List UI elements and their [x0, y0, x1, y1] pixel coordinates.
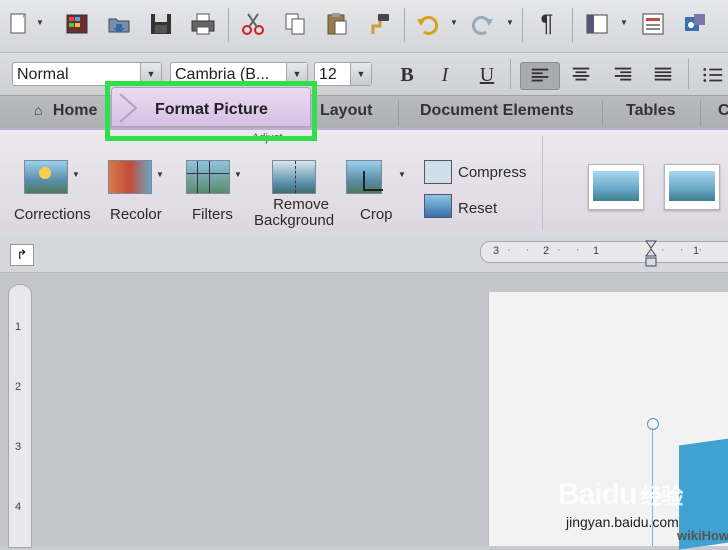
ruler-dots: · · ·: [507, 244, 555, 256]
picture-style-thumbnail[interactable]: [664, 164, 720, 210]
copy-icon[interactable]: [280, 8, 310, 40]
tab-home-label: Home: [52, 102, 98, 119]
tab-tables[interactable]: Tables: [626, 102, 676, 120]
vruler-tick: 3: [15, 441, 22, 453]
wikihow-logo: wikiHow: [677, 528, 728, 543]
align-right-icon: [614, 67, 632, 81]
cut-icon[interactable]: [238, 8, 268, 40]
redo-dropdown-icon[interactable]: ▼: [506, 18, 514, 27]
align-center-button[interactable]: [566, 62, 596, 88]
chevron-down-icon[interactable]: ▼: [350, 63, 371, 85]
baidu-watermark: Baidu 经验: [558, 478, 683, 512]
remove-background-line1: Remove: [273, 196, 329, 213]
toolbar-divider: [572, 8, 573, 42]
bullet-list-icon: [703, 68, 723, 82]
ruler-dots: · · ·: [557, 244, 605, 256]
vruler-tick: 4: [15, 501, 22, 513]
font-size-value: 12: [319, 66, 337, 83]
baidu-url: jingyan.baidu.com: [566, 514, 679, 530]
bold-button[interactable]: B: [392, 62, 422, 88]
vruler-tick: 1: [15, 321, 22, 333]
align-center-icon: [572, 67, 590, 81]
filters-icon[interactable]: [186, 160, 230, 194]
new-document-icon[interactable]: [4, 8, 34, 40]
recolor-icon[interactable]: [108, 160, 152, 194]
crop-label[interactable]: Crop: [360, 206, 393, 223]
reset-icon[interactable]: [424, 194, 452, 218]
corrections-label[interactable]: Corrections: [14, 206, 91, 223]
horizontal-ruler[interactable]: 3 2 1 1 · · · · · · · · ·: [480, 240, 728, 267]
print-icon[interactable]: [188, 8, 218, 40]
corrections-icon[interactable]: [24, 160, 68, 194]
undo-icon[interactable]: [412, 8, 442, 40]
baidu-brand: Baidu: [558, 478, 637, 511]
toolbar-divider: [522, 8, 523, 42]
gallery-icon[interactable]: [62, 8, 92, 40]
tab-more[interactable]: C: [718, 102, 728, 120]
ruler-tick: 3: [493, 245, 500, 257]
selection-handle[interactable]: [647, 418, 659, 430]
vruler-tick: 2: [15, 381, 22, 393]
open-folder-icon[interactable]: [104, 8, 134, 40]
compress-icon[interactable]: [424, 160, 452, 184]
font-size-select[interactable]: 12 ▼: [314, 62, 372, 86]
tab-document-elements[interactable]: Document Elements: [420, 102, 574, 120]
highlight-box: [105, 81, 317, 141]
filters-dropdown-icon[interactable]: ▼: [234, 170, 242, 179]
vertical-ruler[interactable]: 1 2 3 4: [8, 284, 32, 548]
undo-dropdown-icon[interactable]: ▼: [450, 18, 458, 27]
justify-icon: [654, 67, 672, 81]
tab-stop-selector[interactable]: ↱: [10, 244, 34, 266]
format-divider: [688, 59, 689, 89]
home-icon: ⌂: [34, 102, 43, 118]
new-dropdown-icon[interactable]: ▼: [36, 18, 44, 27]
picture-style-thumbnail[interactable]: [588, 164, 644, 210]
indent-marker-icon[interactable]: [645, 240, 657, 270]
sidebar-dropdown-icon[interactable]: ▼: [620, 18, 628, 27]
standard-toolbar: ▼ ▼ ▼ ¶ ▼: [0, 0, 728, 53]
toolbar-divider: [228, 8, 229, 42]
pilcrow-icon[interactable]: ¶: [532, 8, 562, 40]
ribbon-divider: [542, 136, 543, 230]
recolor-label[interactable]: Recolor: [110, 206, 162, 223]
tab-home[interactable]: ⌂ Home: [34, 102, 97, 120]
style-value: Normal: [17, 66, 69, 83]
remove-background-icon[interactable]: [272, 160, 316, 194]
filters-label[interactable]: Filters: [192, 206, 233, 223]
baidu-cn: 经验: [640, 484, 683, 509]
save-icon[interactable]: [146, 8, 176, 40]
align-left-button[interactable]: [520, 62, 560, 90]
sidebar-icon[interactable]: [582, 8, 612, 40]
crop-icon[interactable]: [346, 160, 383, 194]
format-picture-ribbon: ▼ Corrections ▼ Recolor ▼ Filters Remove…: [0, 128, 728, 238]
tab-layout[interactable]: Layout: [320, 102, 372, 120]
crop-dropdown-icon[interactable]: ▼: [398, 170, 406, 179]
recolor-dropdown-icon[interactable]: ▼: [156, 170, 164, 179]
form-icon[interactable]: [638, 8, 668, 40]
italic-button[interactable]: I: [430, 62, 460, 88]
paste-icon[interactable]: [322, 8, 352, 40]
reset-button[interactable]: Reset: [458, 200, 497, 217]
redo-icon[interactable]: [468, 8, 498, 40]
ruler-dots: · · ·: [661, 244, 709, 256]
bullets-button[interactable]: [698, 62, 728, 88]
format-divider: [510, 59, 511, 89]
align-right-button[interactable]: [608, 62, 638, 88]
format-painter-icon[interactable]: [364, 8, 394, 40]
justify-button[interactable]: [648, 62, 678, 88]
align-left-icon: [531, 68, 549, 82]
remove-background-label[interactable]: Remove Background: [254, 196, 334, 229]
corrections-dropdown-icon[interactable]: ▼: [72, 170, 80, 179]
remove-background-line2: Background: [254, 212, 335, 229]
media-icon[interactable]: [680, 8, 710, 40]
compress-button[interactable]: Compress: [458, 164, 526, 181]
toolbar-divider: [404, 8, 405, 42]
tab-divider: [602, 100, 603, 126]
tab-divider: [700, 100, 701, 126]
underline-button[interactable]: U: [472, 62, 502, 88]
tab-divider: [398, 100, 399, 126]
